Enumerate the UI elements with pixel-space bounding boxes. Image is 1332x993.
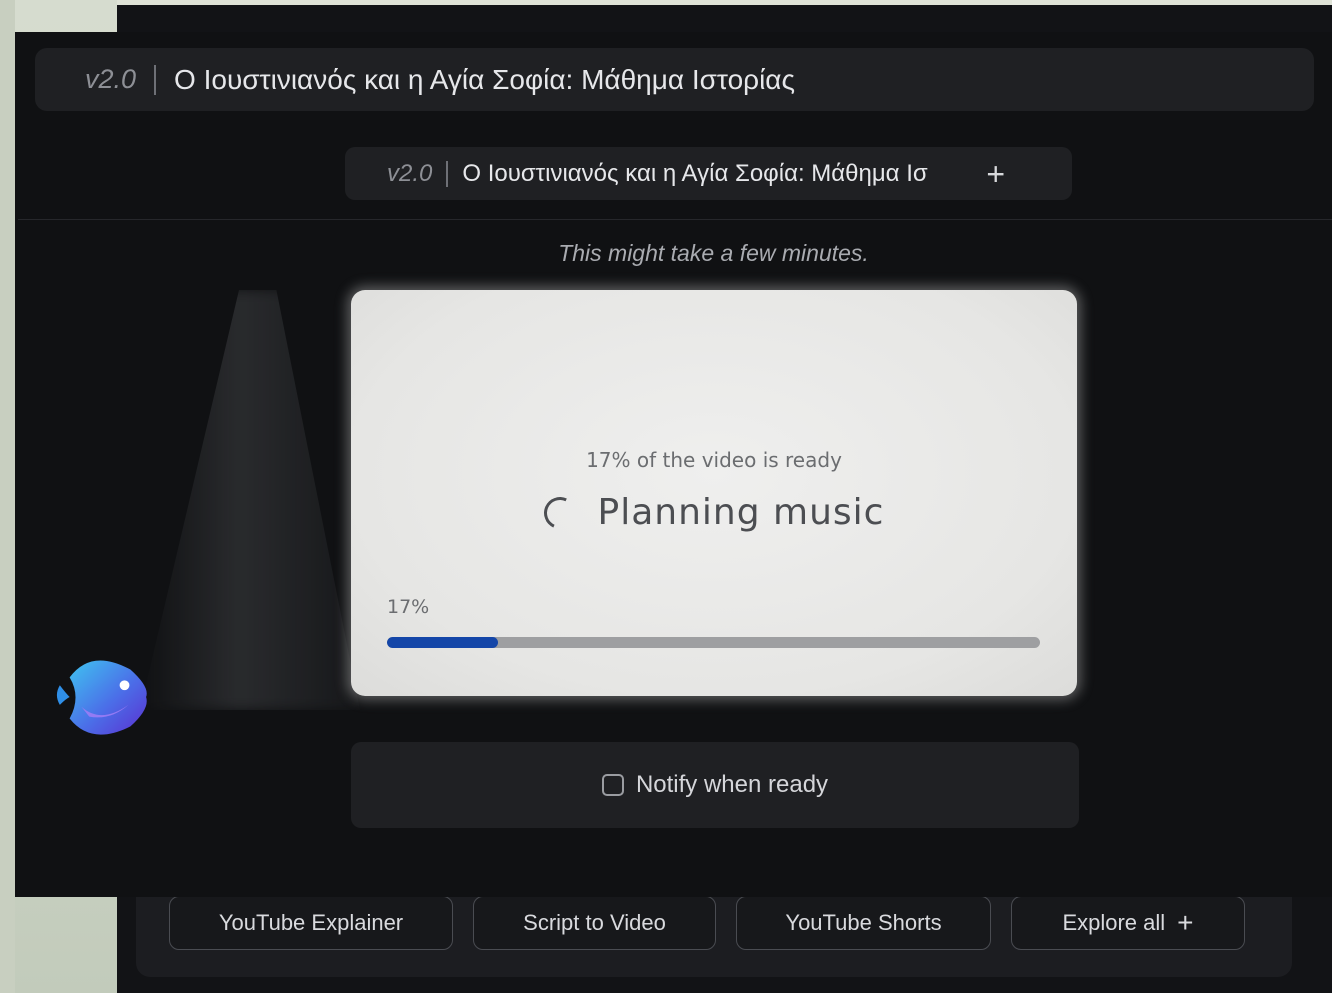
notify-label: Notify when ready [635,771,829,798]
template-youtube-explainer-button[interactable]: YouTube Explainer [169,896,453,950]
notify-checkbox[interactable] [601,774,624,796]
progress-percent-label: 17% [387,596,430,618]
explore-all-button[interactable]: Explore all + [1011,896,1245,950]
spinner-icon [539,491,581,534]
ready-percentage-text: 17% of the video is ready [586,448,842,472]
project-tab[interactable]: v2.0 Ο Ιουστινιανός και η Αγία Σοφία: Μά… [345,147,1072,200]
divider [154,64,157,95]
template-label: YouTube Explainer [218,910,404,935]
template-label: Script to Video [523,910,666,935]
notify-when-ready-toggle[interactable]: Notify when ready [351,742,1079,828]
template-youtube-shorts-button[interactable]: YouTube Shorts [736,896,991,950]
wait-hint: This might take a few minutes. [558,240,869,266]
plus-icon: + [1177,907,1194,938]
progress-bar [387,637,1040,648]
plus-icon[interactable]: + [986,158,1005,190]
tab-version-label: v2.0 [387,159,433,187]
progress-bar-fill [387,637,498,648]
template-script-to-video-button[interactable]: Script to Video [473,896,716,950]
template-label: Explore all [1062,910,1166,935]
header-divider [18,219,1332,220]
progress-card: 17% of the video is ready Planning music… [351,290,1077,696]
window-titlebar: v2.0 Ο Ιουστινιανός και η Αγία Σοφία: Μά… [35,48,1314,111]
project-title: Ο Ιουστινιανός και η Αγία Σοφία: Μάθημα … [174,63,795,95]
template-label: YouTube Shorts [785,910,942,935]
fish-mascot-icon [56,660,147,735]
desktop-wallpaper-edge [0,0,15,993]
status-text: Planning music [597,492,885,533]
divider [446,160,449,187]
tab-title: Ο Ιουστινιανός και η Αγία Σοφία: Μάθημα … [462,159,928,187]
version-label: v2.0 [85,64,137,94]
status-row: Planning music [351,491,1077,534]
